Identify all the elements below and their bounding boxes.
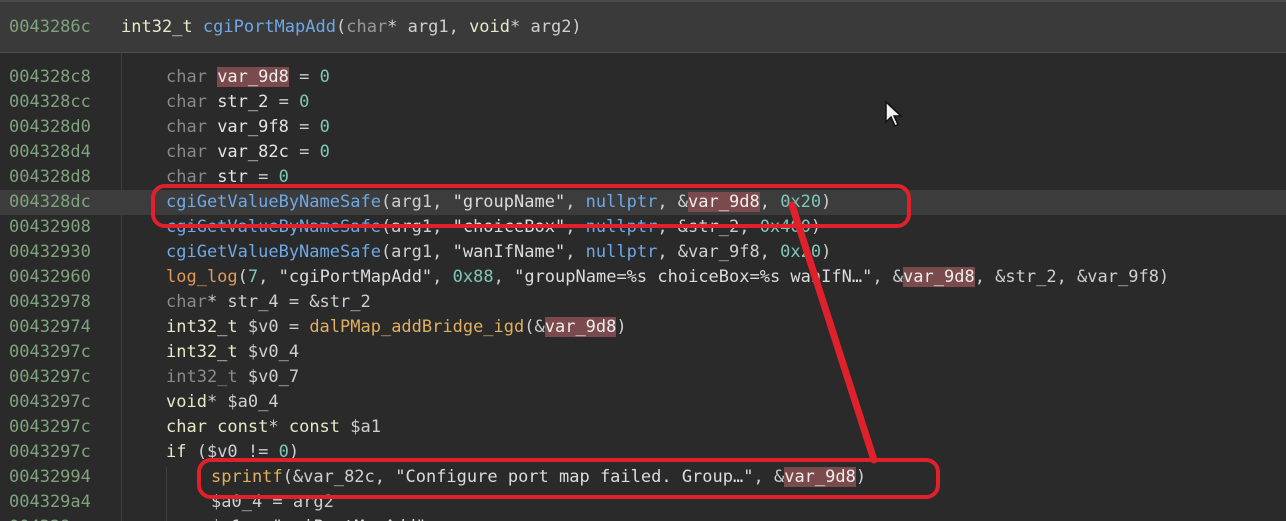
annotation-arrow-line (788, 201, 878, 464)
annotation-connector (788, 201, 878, 464)
decompiler-view: 0043286c int32_t cgiPortMapAdd(char* arg… (0, 0, 1286, 521)
mouse-pointer-icon (885, 100, 903, 128)
